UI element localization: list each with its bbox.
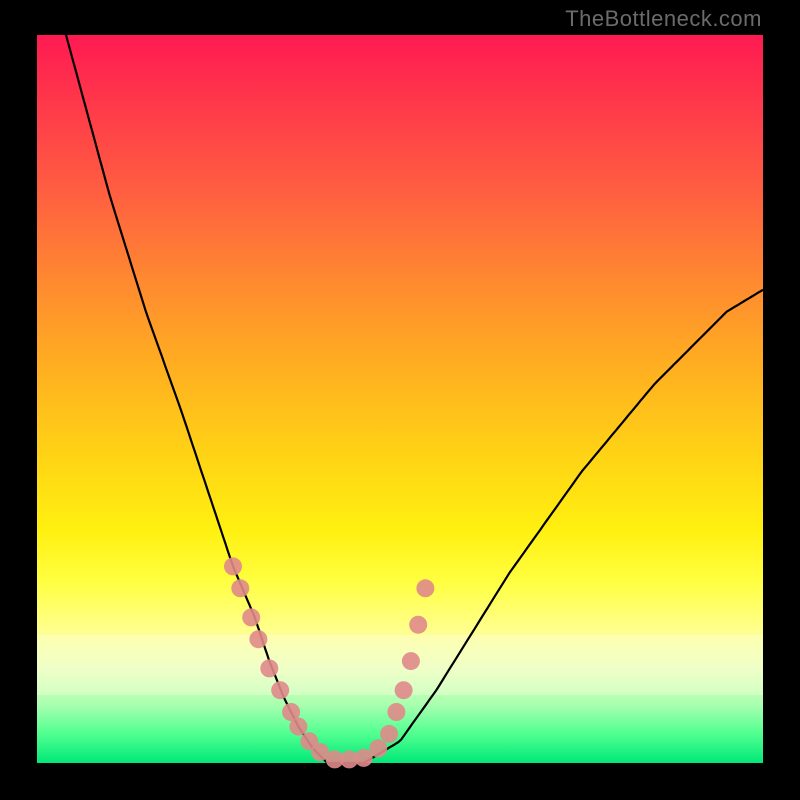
marker-dot <box>369 739 387 757</box>
marker-dot <box>380 725 398 743</box>
marker-dot <box>409 616 427 634</box>
marker-dot <box>289 718 307 736</box>
marker-dot <box>249 630 267 648</box>
marker-dot <box>395 681 413 699</box>
marker-dot <box>387 703 405 721</box>
watermark-text: TheBottleneck.com <box>565 6 762 32</box>
marker-dot <box>242 608 260 626</box>
outer-frame: TheBottleneck.com <box>0 0 800 800</box>
marker-dot <box>260 659 278 677</box>
marker-dot <box>271 681 289 699</box>
marker-dot <box>416 579 434 597</box>
marker-dot <box>231 579 249 597</box>
chart-svg <box>37 35 763 763</box>
marker-dot <box>402 652 420 670</box>
marker-dot <box>224 557 242 575</box>
